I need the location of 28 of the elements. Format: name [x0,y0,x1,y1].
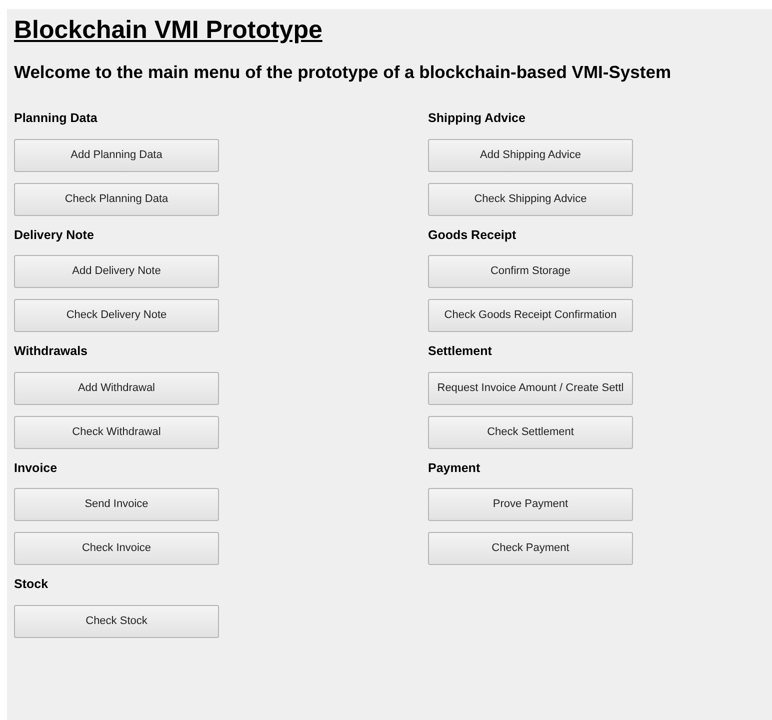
menu-button[interactable]: Add Delivery Note [14,255,219,288]
menu-button[interactable]: Check Shipping Advice [428,182,633,216]
menu-button[interactable]: Check Payment [428,532,633,565]
section-heading: Withdrawals [14,345,88,358]
menu-button[interactable]: Add Withdrawal [14,372,219,404]
menu-button[interactable]: Prove Payment [428,488,633,521]
section-heading: Payment [428,462,480,474]
menu-button[interactable]: Check Settlement [428,416,633,448]
menu-button[interactable]: Request Invoice Amount / Create Settl [428,372,633,404]
section-heading: Stock [14,578,48,590]
menu-button[interactable]: Check Invoice [14,532,219,565]
section-heading: Settlement [428,345,492,358]
menu-button[interactable]: Add Shipping Advice [428,138,633,172]
menu-button[interactable]: Check Delivery Note [14,299,219,332]
section-heading: Shipping Advice [428,112,526,124]
menu-button[interactable]: Add Planning Data [14,138,219,172]
menu-button[interactable]: Check Stock [14,604,219,638]
page-title: Blockchain VMI Prototype [14,18,322,43]
section-heading: Goods Receipt [428,228,516,241]
menu-button[interactable]: Send Invoice [14,488,219,521]
menu-button[interactable]: Confirm Storage [428,255,633,288]
page-subtitle: Welcome to the main menu of the prototype of a blockchain-based VMI-System [14,64,672,82]
menu-button[interactable]: Check Goods Receipt Confirmation [428,299,633,332]
section-heading: Delivery Note [14,228,94,241]
menu-button[interactable]: Check Planning Data [14,182,219,216]
section-heading: Planning Data [14,112,98,124]
menu-button[interactable]: Check Withdrawal [14,416,219,448]
section-heading: Invoice [14,462,58,474]
